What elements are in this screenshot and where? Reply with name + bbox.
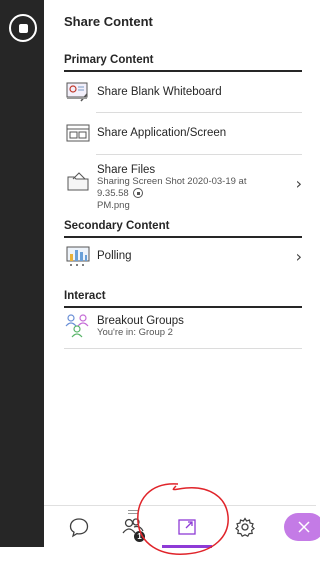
stop-icon [18,23,28,33]
share-files-item[interactable]: Share Files Sharing Screen Shot 2020-03-… [64,164,302,212]
divider [64,348,302,349]
breakout-icon [64,314,92,338]
stop-file-icon[interactable] [133,188,144,199]
tab-settings[interactable] [220,506,270,548]
folder-icon [64,169,92,193]
whiteboard-icon [64,80,92,104]
chat-icon [69,518,89,538]
close-panel-button[interactable] [284,513,320,541]
settings-icon [235,517,255,537]
section-heading-primary: Primary Content [64,54,302,72]
primary-content-section: Primary Content [64,54,302,72]
secondary-content-section: Secondary Content [64,220,302,238]
breakout-groups-item[interactable]: Breakout Groups You're in: Group 2 [64,314,302,338]
bottom-tab-bar: 1 [44,505,320,548]
interact-section: Interact [64,290,302,308]
polling-item[interactable]: Polling › [64,244,302,268]
tab-attendees[interactable]: 1 [108,506,158,548]
share-files-label: Share Files [97,164,156,176]
share-screen-item[interactable]: Share Application/Screen [64,121,302,145]
divider [96,112,302,113]
shared-file-name-line2: PM.png [97,200,130,211]
tab-chat[interactable] [54,506,104,548]
shared-file-name-line1: Sharing Screen Shot 2020-03-19 at 9.35.5… [97,176,247,199]
divider [96,154,302,155]
section-heading-interact: Interact [64,290,302,308]
polling-label: Polling [97,250,132,262]
shared-file-name: Sharing Screen Shot 2020-03-19 at 9.35.5… [97,176,267,212]
breakout-group-status: You're in: Group 2 [97,326,173,338]
breakout-label: Breakout Groups [97,314,184,327]
chevron-right-icon: › [295,174,302,193]
breakout-text: Breakout Groups You're in: Group 2 [97,315,184,338]
polling-icon [64,244,92,268]
section-heading-secondary: Secondary Content [64,220,302,238]
tab-share-content[interactable] [162,506,212,548]
share-screen-label: Share Application/Screen [97,127,227,139]
share-whiteboard-item[interactable]: Share Blank Whiteboard [64,80,302,104]
left-rail [0,0,44,547]
chevron-right-icon: › [295,246,302,266]
share-files-text: Share Files Sharing Screen Shot 2020-03-… [97,164,267,212]
attendees-badge: 1 [134,531,145,542]
stop-sharing-button[interactable] [9,14,37,42]
share-icon [178,518,196,535]
share-content-panel: Share Content Primary Content Share Blan… [44,0,316,505]
share-whiteboard-label: Share Blank Whiteboard [97,86,222,98]
screen-icon [64,121,92,145]
close-icon [298,521,310,533]
panel-title: Share Content [64,14,153,29]
